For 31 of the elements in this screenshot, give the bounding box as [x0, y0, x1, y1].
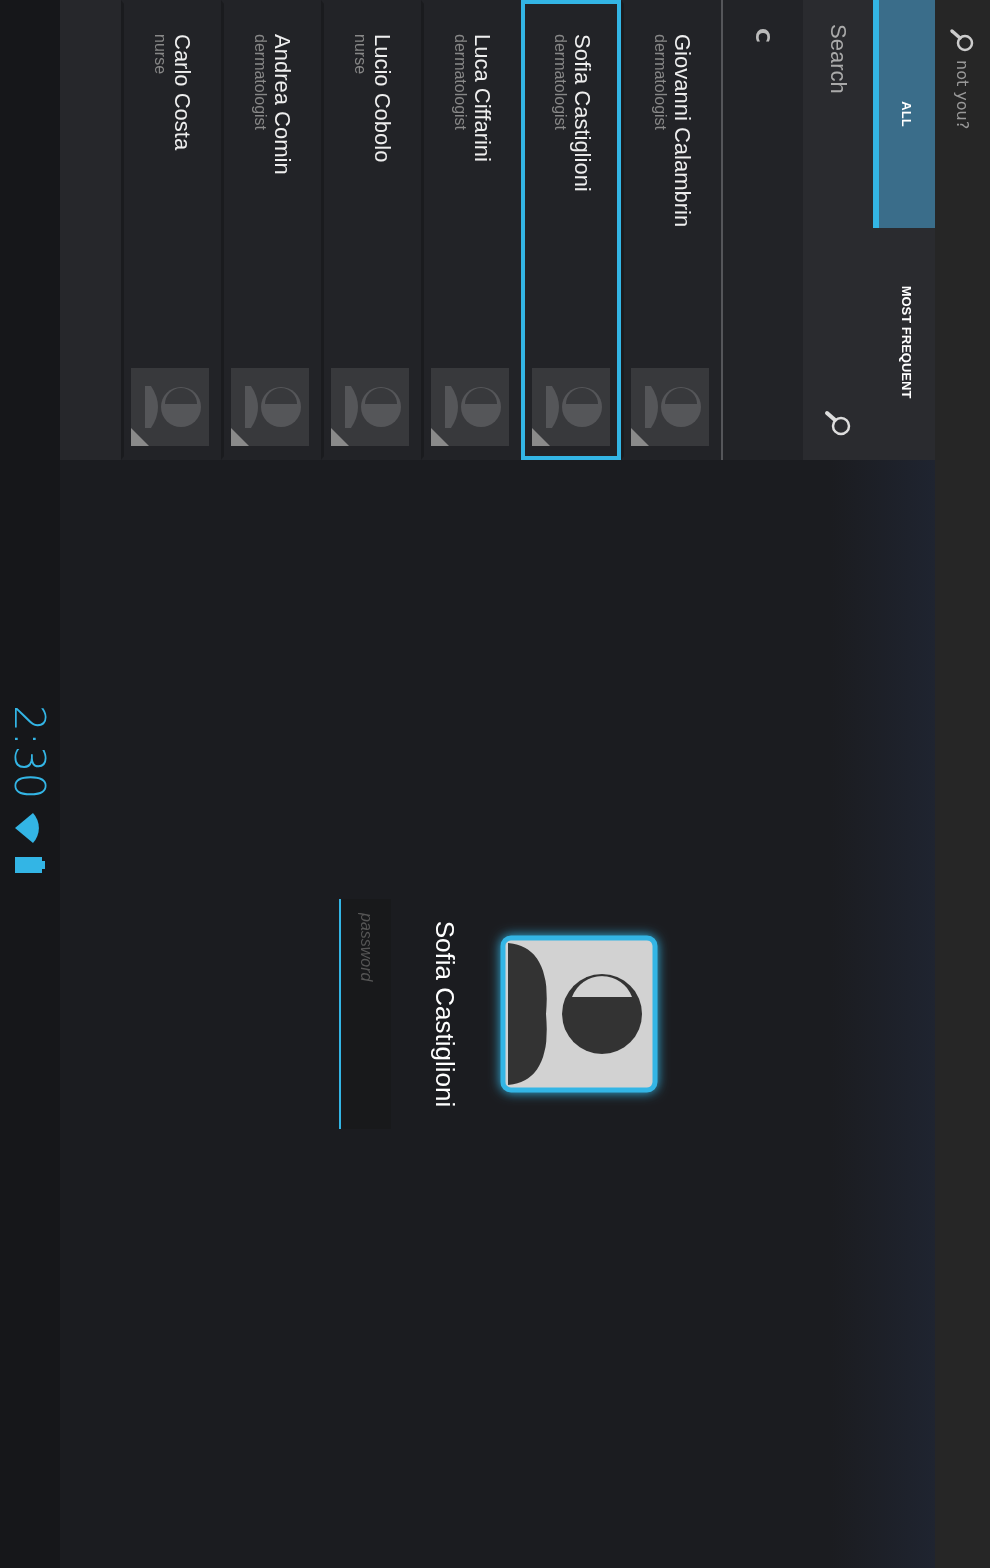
user-role: dermatologist — [651, 34, 669, 133]
user-row[interactable]: Carlo Costa nurse — [121, 0, 221, 460]
avatar-icon — [331, 368, 410, 446]
user-row[interactable]: Lucio Cobolo nurse — [321, 0, 421, 460]
battery-icon — [15, 857, 45, 874]
search-icon[interactable] — [824, 410, 852, 438]
user-name: Andrea Comin — [269, 34, 295, 175]
clock: 2:30 — [5, 705, 55, 800]
user-role: nurse — [151, 34, 169, 77]
avatar-icon — [532, 368, 610, 446]
search-icon — [949, 28, 976, 54]
tab[interactable]: ALL — [873, 0, 935, 228]
user-role: dermatologist — [451, 34, 469, 133]
tab[interactable]: MOST FREQUENT — [873, 228, 935, 456]
avatar-icon — [431, 368, 510, 446]
user-name: Giovanni Calambrin — [669, 34, 695, 228]
user-name: Sofia Castiglioni — [429, 920, 460, 1108]
avatar-icon — [631, 368, 710, 446]
user-name: Lucio Cobolo — [369, 34, 395, 163]
user-name: Sofia Castiglioni — [569, 34, 595, 192]
password-field[interactable]: password — [339, 899, 391, 1129]
avatar-icon — [131, 368, 210, 446]
user-name: Carlo Costa — [169, 34, 195, 151]
search-field[interactable]: Search — [825, 24, 851, 390]
section-header: C — [751, 28, 775, 43]
user-role: dermatologist — [551, 34, 569, 133]
user-name: Luca Ciffarini — [469, 34, 495, 162]
not-you-link[interactable]: not you? — [953, 60, 972, 130]
user-role: dermatologist — [251, 34, 269, 133]
avatar-icon — [231, 368, 310, 446]
user-role: nurse — [351, 34, 369, 77]
